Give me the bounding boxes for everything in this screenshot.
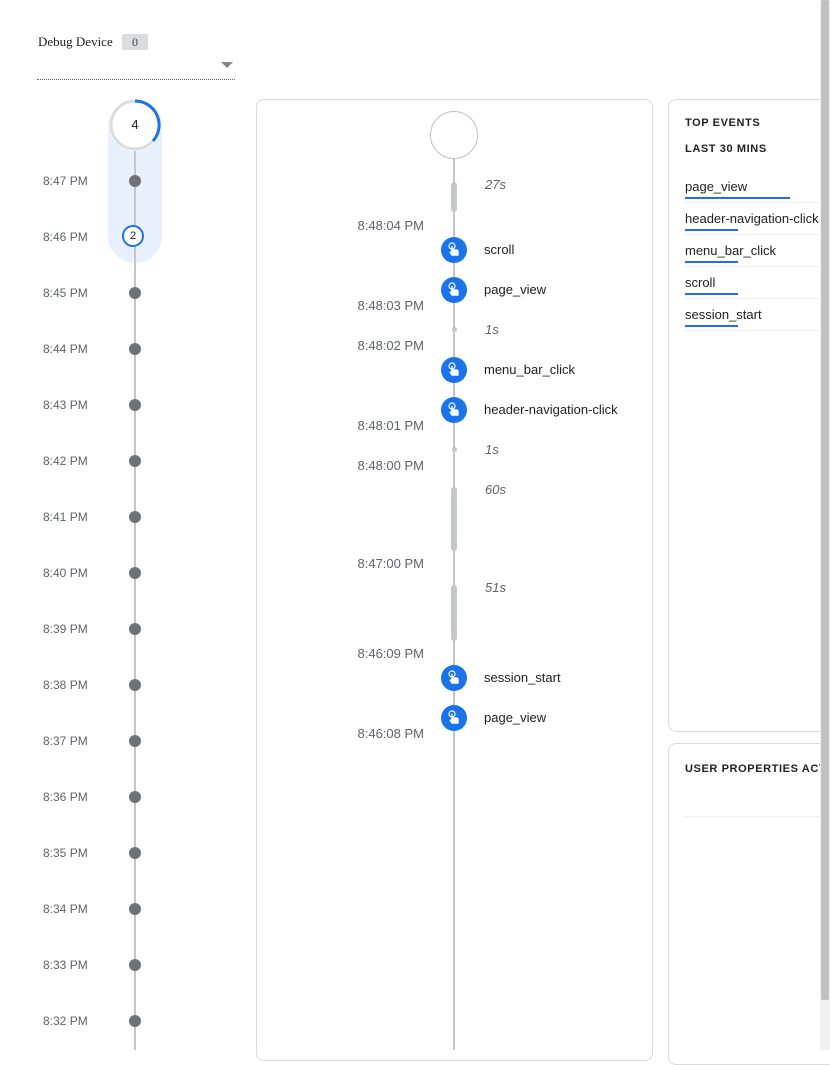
- event-touch-icon[interactable]: [441, 665, 467, 691]
- gap-dot: [452, 327, 457, 332]
- top-event-name: scroll: [685, 275, 716, 290]
- gap-label: 51s: [485, 580, 506, 595]
- top-event-share-bar: [685, 197, 790, 199]
- top-events-subtitle: LAST 30 MINS: [685, 143, 767, 155]
- event-name[interactable]: page_view: [484, 282, 546, 297]
- divider: [685, 330, 830, 331]
- top-event-item[interactable]: header-navigation-click: [685, 203, 830, 235]
- divider: [685, 816, 830, 817]
- minute-dot[interactable]: [129, 791, 141, 803]
- minute-label: 8:33 PM: [43, 958, 88, 972]
- minute-dot[interactable]: [129, 959, 141, 971]
- gap-bar: [451, 585, 457, 641]
- event-name[interactable]: scroll: [484, 242, 514, 257]
- top-events-title: TOP EVENTS: [685, 117, 761, 129]
- top-event-item[interactable]: scroll: [685, 267, 830, 299]
- event-name[interactable]: page_view: [484, 710, 546, 725]
- minute-dot[interactable]: [129, 455, 141, 467]
- minute-label: 8:34 PM: [43, 902, 88, 916]
- gap-bar: [451, 182, 457, 212]
- debug-device-count-badge: 0: [122, 34, 148, 50]
- second-time-label: 8:48:02 PM: [357, 338, 425, 353]
- minute-label: 8:42 PM: [43, 454, 88, 468]
- minutes-top-count: 4: [131, 117, 139, 132]
- top-event-name: session_start: [685, 307, 762, 322]
- gap-label: 1s: [485, 322, 499, 337]
- event-name[interactable]: menu_bar_click: [484, 362, 575, 377]
- minute-label: 8:44 PM: [43, 342, 88, 356]
- minute-label: 8:46 PM: [43, 230, 88, 244]
- user-properties-title: USER PROPERTIES ACTI: [685, 763, 830, 775]
- minute-label: 8:35 PM: [43, 846, 88, 860]
- scrollbar-thumb[interactable]: [821, 0, 829, 1000]
- top-event-name: page_view: [685, 179, 748, 194]
- gap-label: 1s: [485, 442, 499, 457]
- gap-label: 27s: [485, 177, 506, 192]
- minute-label: 8:37 PM: [43, 734, 88, 748]
- top-event-share-bar: [685, 261, 738, 263]
- event-name[interactable]: header-navigation-click: [484, 402, 618, 417]
- gap-label: 60s: [485, 482, 506, 497]
- minute-label: 8:45 PM: [43, 286, 88, 300]
- event-touch-icon[interactable]: [441, 357, 467, 383]
- top-event-name: menu_bar_click: [685, 243, 777, 258]
- top-event-share-bar: [685, 229, 738, 231]
- second-time-label: 8:47:00 PM: [357, 556, 425, 571]
- minute-label: 8:36 PM: [43, 790, 88, 804]
- minute-label: 8:32 PM: [43, 1014, 88, 1028]
- top-event-share-bar: [685, 293, 738, 295]
- second-time-label: 8:48:04 PM: [357, 218, 425, 233]
- event-touch-icon[interactable]: [441, 397, 467, 423]
- minute-active-count[interactable]: 2: [122, 225, 144, 247]
- minute-dot[interactable]: [129, 1015, 141, 1027]
- triangle-down-icon: [221, 62, 233, 68]
- second-time-label: 8:48:03 PM: [357, 298, 425, 313]
- user-properties-card: [668, 743, 830, 1065]
- second-time-label: 8:46:09 PM: [357, 646, 425, 661]
- minute-label: 8:43 PM: [43, 398, 88, 412]
- minute-label: 8:41 PM: [43, 510, 88, 524]
- debug-device-label: Debug Device: [38, 34, 113, 49]
- second-time-label: 8:48:01 PM: [357, 418, 425, 433]
- second-time-label: 8:46:08 PM: [357, 726, 425, 741]
- event-name[interactable]: session_start: [484, 670, 561, 685]
- seconds-top-circle: [430, 111, 478, 159]
- minute-dot[interactable]: [129, 343, 141, 355]
- minute-label: 8:40 PM: [43, 566, 88, 580]
- minute-label: 8:39 PM: [43, 622, 88, 636]
- gap-dot: [452, 447, 457, 452]
- minute-dot[interactable]: [129, 623, 141, 635]
- minute-dot[interactable]: [129, 679, 141, 691]
- top-event-item[interactable]: menu_bar_click: [685, 235, 830, 267]
- top-event-item[interactable]: page_view: [685, 171, 830, 203]
- top-event-item[interactable]: session_start: [685, 299, 830, 331]
- minute-dot[interactable]: [129, 847, 141, 859]
- minute-dot[interactable]: [129, 287, 141, 299]
- event-touch-icon[interactable]: [441, 705, 467, 731]
- minute-dot[interactable]: [129, 175, 141, 187]
- event-touch-icon[interactable]: [441, 277, 467, 303]
- minute-dot[interactable]: [129, 399, 141, 411]
- debug-device-select[interactable]: [37, 57, 235, 80]
- top-event-name: header-navigation-click: [685, 211, 819, 226]
- minute-dot[interactable]: [129, 511, 141, 523]
- minute-dot[interactable]: [129, 903, 141, 915]
- second-time-label: 8:48:00 PM: [357, 458, 425, 473]
- gap-bar: [451, 487, 457, 551]
- minute-dot[interactable]: [129, 735, 141, 747]
- top-event-share-bar: [685, 325, 738, 327]
- minutes-top-counter[interactable]: 4: [109, 99, 161, 151]
- minute-label: 8:47 PM: [43, 174, 88, 188]
- event-touch-icon[interactable]: [441, 237, 467, 263]
- minute-dot[interactable]: [129, 567, 141, 579]
- minute-label: 8:38 PM: [43, 678, 88, 692]
